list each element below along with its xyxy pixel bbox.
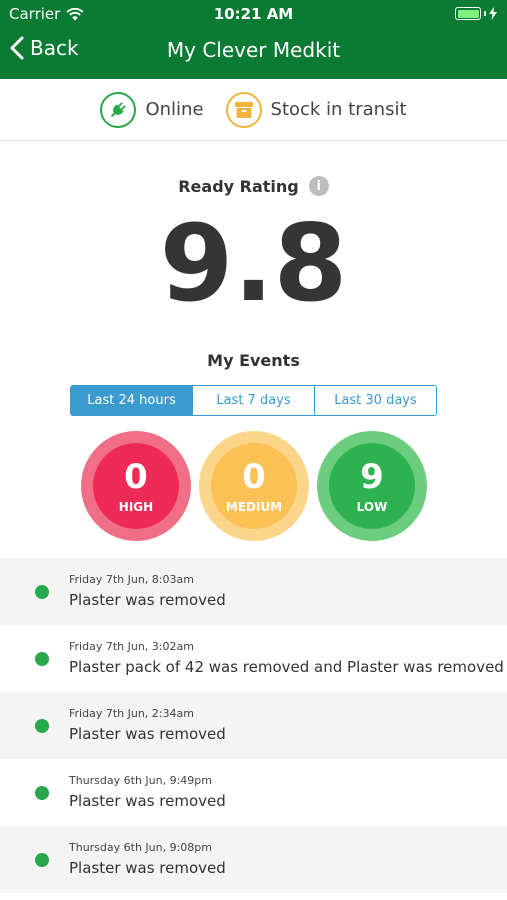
event-time: Friday 7th Jun, 3:02am xyxy=(69,640,194,653)
event-status-dot xyxy=(35,585,49,599)
event-time: Thursday 6th Jun, 9:49pm xyxy=(69,774,213,787)
info-icon[interactable]: i xyxy=(308,176,329,196)
box-icon xyxy=(225,91,262,128)
tab-last-30-days[interactable]: Last 30 days xyxy=(314,386,436,415)
list-item[interactable]: Thursday 6th Jun, 9:08pm Plaster was rem… xyxy=(0,826,507,893)
status-stock-label: Stock in transit xyxy=(270,99,407,120)
page-title: My Clever Medkit xyxy=(166,38,341,62)
ready-rating-header: Ready Rating i xyxy=(0,176,507,196)
status-online-label: Online xyxy=(145,99,204,120)
event-time: Friday 7th Jun, 2:34am xyxy=(69,707,194,720)
ready-rating-value: 9.8 xyxy=(159,202,348,325)
counter-medium-label: MEDIUM xyxy=(225,500,283,514)
event-list: Friday 7th Jun, 8:03am Plaster was remov… xyxy=(0,558,507,893)
charging-bolt-icon xyxy=(489,7,497,20)
list-item[interactable]: Friday 7th Jun, 2:34am Plaster was remov… xyxy=(0,692,507,759)
event-text: Plaster was removed xyxy=(69,859,226,877)
status-time: 10:21 AM xyxy=(213,5,294,23)
list-item[interactable]: Thursday 6th Jun, 9:49pm Plaster was rem… xyxy=(0,759,507,826)
status-online: Online xyxy=(100,91,204,128)
counter-high[interactable]: 0 HIGH xyxy=(81,431,191,541)
event-status-dot xyxy=(35,853,49,867)
list-item[interactable]: Friday 7th Jun, 3:02am Plaster pack of 4… xyxy=(0,625,507,692)
status-stock-in-transit: Stock in transit xyxy=(225,91,407,128)
app-header: Carrier 10:21 AM Back My Clever Medkit xyxy=(0,0,507,79)
counter-medium-value: 0 xyxy=(242,457,266,497)
counter-medium[interactable]: 0 MEDIUM xyxy=(199,431,309,541)
plug-icon xyxy=(100,91,137,128)
events-title: My Events xyxy=(207,351,300,370)
status-bar: Carrier 10:21 AM xyxy=(0,0,507,28)
event-time: Friday 7th Jun, 8:03am xyxy=(69,573,194,586)
event-status-dot xyxy=(35,786,49,800)
event-status-dot xyxy=(35,719,49,733)
counter-low-value: 9 xyxy=(360,457,384,497)
battery-icon xyxy=(455,7,481,20)
time-range-tabs: Last 24 hours Last 7 days Last 30 days xyxy=(70,385,437,416)
nav-bar: Back My Clever Medkit xyxy=(0,28,507,79)
counter-low-label: LOW xyxy=(356,500,388,514)
counter-high-label: HIGH xyxy=(118,500,154,514)
tab-last-7-days[interactable]: Last 7 days xyxy=(192,386,314,415)
event-text: Plaster pack of 42 was removed and Plast… xyxy=(69,658,504,676)
device-status-row: Online Stock in transit xyxy=(0,79,507,141)
list-item[interactable]: Friday 7th Jun, 8:03am Plaster was remov… xyxy=(0,558,507,625)
ready-rating-label: Ready Rating xyxy=(178,176,299,196)
counter-low[interactable]: 9 LOW xyxy=(317,431,427,541)
event-status-dot xyxy=(35,652,49,666)
event-time: Thursday 6th Jun, 9:08pm xyxy=(69,841,213,854)
event-text: Plaster was removed xyxy=(69,725,226,743)
event-counters: 0 HIGH 0 MEDIUM 9 LOW xyxy=(0,431,507,541)
event-text: Plaster was removed xyxy=(69,792,226,810)
event-text: Plaster was removed xyxy=(69,591,226,609)
battery-indicator xyxy=(455,7,497,20)
tab-last-24-hours[interactable]: Last 24 hours xyxy=(71,386,192,415)
counter-high-value: 0 xyxy=(124,457,148,497)
